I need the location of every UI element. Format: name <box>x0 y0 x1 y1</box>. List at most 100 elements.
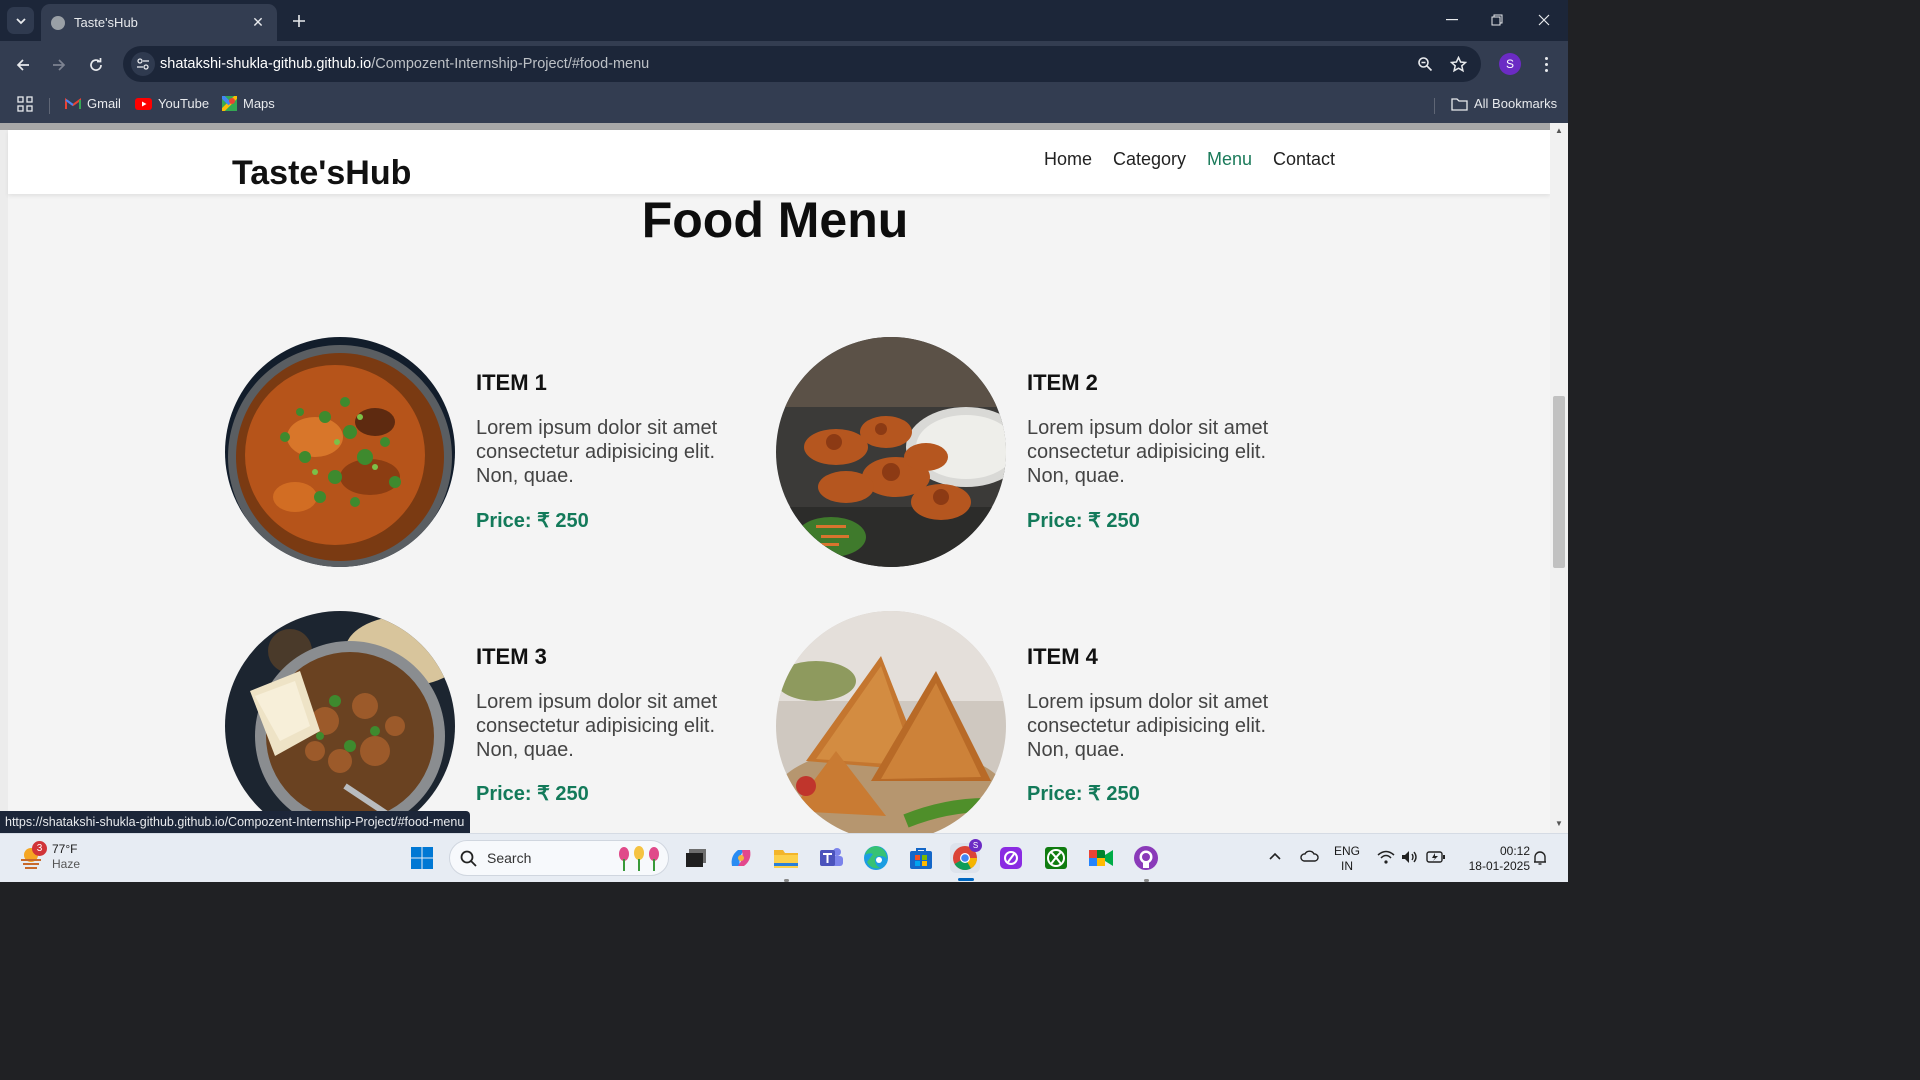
network-button[interactable] <box>1377 850 1395 868</box>
bell-icon <box>1534 851 1546 865</box>
plus-icon <box>293 15 305 27</box>
taskbar-search[interactable]: Search <box>449 840 669 876</box>
browser-menu-icon[interactable] <box>1538 53 1554 75</box>
status-bar-url: https://shatakshi-shukla-github.github.i… <box>0 811 471 833</box>
start-button[interactable] <box>407 843 437 873</box>
nav-home[interactable]: Home <box>1044 149 1092 170</box>
tulips-icon <box>619 846 659 871</box>
apps-button[interactable] <box>17 96 33 112</box>
github-button[interactable] <box>1131 843 1161 873</box>
tab-title: Taste'sHub <box>74 15 138 30</box>
battery-charging-icon <box>1426 851 1445 863</box>
food-image-samosa <box>776 611 1006 833</box>
minimize-button[interactable] <box>1434 8 1470 32</box>
bookmarks-divider <box>49 98 50 114</box>
food-image-curry <box>225 337 455 567</box>
page-title: Food Menu <box>641 192 909 248</box>
minimize-icon <box>1446 19 1458 21</box>
weather-widget[interactable]: 3 77°F Haze <box>18 841 80 872</box>
scroll-up-icon[interactable]: ▲ <box>1554 126 1564 135</box>
speaker-icon <box>1402 851 1417 863</box>
page-viewport: Taste'sHub Home Category Menu Contact Fo… <box>0 123 1568 833</box>
teams-button[interactable] <box>816 843 846 873</box>
youtube-icon <box>135 97 152 110</box>
chevron-down-icon <box>15 17 26 24</box>
browser-toolbar: shatakshi-shukla-github.github.io/Compoz… <box>0 41 1568 88</box>
language-indicator[interactable]: ENG IN <box>1334 844 1360 874</box>
xbox-button[interactable] <box>1041 843 1071 873</box>
language-region: IN <box>1341 859 1353 873</box>
forward-button[interactable] <box>46 52 72 78</box>
nav-menu[interactable]: Menu <box>1207 149 1252 170</box>
nav-contact[interactable]: Contact <box>1273 149 1335 170</box>
restore-button[interactable] <box>1479 8 1515 32</box>
food-image-keema <box>225 611 455 833</box>
reload-button[interactable] <box>83 52 109 78</box>
url-text: shatakshi-shukla-github.github.io/Compoz… <box>160 56 649 72</box>
microsoft-store-button[interactable] <box>906 843 936 873</box>
apps-grid-icon <box>17 96 33 112</box>
show-hidden-icons-button[interactable] <box>1268 850 1282 865</box>
restore-icon <box>1491 14 1503 26</box>
browser-tab[interactable]: Taste'sHub ✕ <box>41 4 277 41</box>
zoom-icon <box>1418 57 1433 72</box>
all-bookmarks-button[interactable]: All Bookmarks <box>1451 96 1557 111</box>
chevron-up-icon <box>1269 852 1281 860</box>
cloud-icon <box>1300 850 1319 862</box>
google-meet-button[interactable] <box>1086 843 1116 873</box>
bookmark-label: Maps <box>243 96 275 111</box>
chrome-profile-badge: S <box>969 839 982 852</box>
app-button-screenshot[interactable] <box>996 843 1026 873</box>
clock[interactable]: 00:12 18-01-2025 <box>1458 844 1530 874</box>
battery-button[interactable] <box>1426 850 1446 868</box>
taskbar-search-label: Search <box>487 850 532 866</box>
copilot-button[interactable] <box>726 843 756 873</box>
onedrive-button[interactable] <box>1299 849 1319 867</box>
item-title: ITEM 4 <box>1027 644 1098 669</box>
item-price: Price: ₹ 250 <box>1027 783 1140 805</box>
edge-icon <box>864 846 888 870</box>
close-tab-icon[interactable]: ✕ <box>249 14 267 31</box>
bookmark-gmail[interactable]: Gmail <box>65 96 121 111</box>
search-icon <box>460 850 477 867</box>
volume-button[interactable] <box>1401 850 1419 868</box>
weather-text: 77°F Haze <box>52 842 80 872</box>
site-logo[interactable]: Taste'sHub <box>232 154 411 193</box>
item-description: Lorem ipsum dolor sit amet consectetur a… <box>476 417 718 487</box>
item-price: Price: ₹ 250 <box>476 783 589 805</box>
task-view-icon <box>686 849 706 867</box>
profile-avatar[interactable]: S <box>1499 53 1521 75</box>
bookmark-star-button[interactable] <box>1448 54 1468 74</box>
bookmark-maps[interactable]: Maps <box>222 96 275 111</box>
bookmarks-bar: Gmail YouTube Maps All Bookmarks <box>0 88 1568 123</box>
item-title: ITEM 2 <box>1027 370 1098 395</box>
new-tab-button[interactable] <box>287 9 311 33</box>
scroll-down-icon[interactable]: ▼ <box>1554 819 1564 828</box>
clock-time: 00:12 <box>1499 844 1530 858</box>
page-scrollbar[interactable]: ▲ ▼ <box>1550 123 1568 833</box>
weather-temperature: 77°F <box>52 842 78 856</box>
copilot-icon <box>731 850 751 866</box>
star-icon <box>1449 55 1467 72</box>
taskbar-active-indicator <box>958 878 974 881</box>
maps-icon <box>222 96 237 111</box>
site-info-icon[interactable] <box>131 52 155 76</box>
taskbar-running-indicator <box>1144 879 1149 882</box>
back-button[interactable] <box>10 52 36 78</box>
zoom-button[interactable] <box>1415 54 1435 74</box>
edge-button[interactable] <box>861 843 891 873</box>
back-arrow-icon <box>16 59 29 71</box>
language-code: ENG <box>1334 844 1361 858</box>
tab-search-button[interactable] <box>7 7 34 34</box>
scrollbar-thumb[interactable] <box>1553 396 1565 568</box>
chrome-taskbar-button[interactable]: S <box>950 839 982 873</box>
bookmark-youtube[interactable]: YouTube <box>135 96 209 111</box>
reload-icon <box>90 58 102 71</box>
address-bar[interactable]: shatakshi-shukla-github.github.io/Compoz… <box>123 46 1481 82</box>
task-view-button[interactable] <box>681 843 711 873</box>
taskbar-running-indicator <box>784 879 789 882</box>
nav-category[interactable]: Category <box>1113 149 1186 170</box>
close-window-button[interactable] <box>1526 8 1562 32</box>
file-explorer-button[interactable] <box>771 843 801 873</box>
notifications-button[interactable] <box>1532 850 1548 870</box>
